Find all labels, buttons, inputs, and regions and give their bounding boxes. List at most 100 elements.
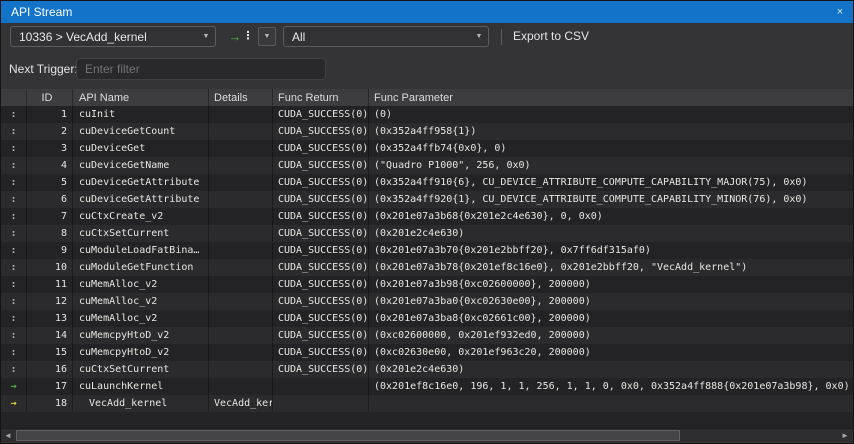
cell-id: 2 [27, 123, 73, 140]
cell-func-return: CUDA_SUCCESS(0) [273, 140, 369, 157]
next-trigger-row: Next Trigger: [1, 51, 853, 89]
table-row[interactable]: →17cuLaunchKernel(0x201ef8c16e0, 196, 1,… [1, 378, 853, 395]
table-row[interactable]: :12cuMemAlloc_v2CUDA_SUCCESS(0)(0x201e07… [1, 293, 853, 310]
row-marker-icon: : [1, 276, 27, 293]
trigger-options-dropdown[interactable]: ▼ [258, 27, 276, 46]
cell-func-return: CUDA_SUCCESS(0) [273, 259, 369, 276]
table-row[interactable]: :10cuModuleGetFunctionCUDA_SUCCESS(0)(0x… [1, 259, 853, 276]
cell-func-return: CUDA_SUCCESS(0) [273, 225, 369, 242]
table-header[interactable]: ID API Name Details Func Return Func Par… [1, 89, 853, 106]
cell-id: 18 [27, 395, 73, 412]
cell-api-name: cuCtxSetCurrent [73, 361, 209, 378]
cell-id: 11 [27, 276, 73, 293]
header-func-return-column[interactable]: Func Return [273, 89, 369, 106]
table-row[interactable]: :13cuMemAlloc_v2CUDA_SUCCESS(0)(0x201e07… [1, 310, 853, 327]
table-row[interactable]: :4cuDeviceGetNameCUDA_SUCCESS(0)("Quadro… [1, 157, 853, 174]
cell-api-name: cuMemAlloc_v2 [73, 276, 209, 293]
table-row[interactable]: :8cuCtxSetCurrentCUDA_SUCCESS(0)(0x201e2… [1, 225, 853, 242]
yellow-arrow-icon: → [1, 395, 27, 412]
cell-func-parameter: (0x201e07a3ba0{0xc02630e00}, 200000) [369, 293, 853, 310]
table-row[interactable]: :5cuDeviceGetAttributeCUDA_SUCCESS(0)(0x… [1, 174, 853, 191]
cell-func-parameter: ("Quadro P1000", 256, 0x0) [369, 157, 853, 174]
row-marker-icon: : [1, 310, 27, 327]
row-marker-icon: : [1, 344, 27, 361]
chevron-down-icon: ▼ [197, 33, 215, 40]
cell-api-name: cuDeviceGet [73, 140, 209, 157]
horizontal-scrollbar[interactable]: ◄ ► [1, 428, 853, 442]
cell-id: 15 [27, 344, 73, 361]
row-marker-icon: : [1, 123, 27, 140]
cell-details [209, 259, 273, 276]
cell-id: 1 [27, 106, 73, 123]
table-empty-area [1, 412, 853, 428]
cell-func-parameter: (0x201e07a3b98{0xc02600000}, 200000) [369, 276, 853, 293]
cell-func-return: CUDA_SUCCESS(0) [273, 276, 369, 293]
cell-func-return: CUDA_SUCCESS(0) [273, 208, 369, 225]
cell-func-parameter: (0x201ef8c16e0, 196, 1, 1, 256, 1, 1, 0,… [369, 378, 853, 395]
table-row[interactable]: →18VecAdd_kernelVecAdd_ker [1, 395, 853, 412]
cell-details [209, 242, 273, 259]
table-row[interactable]: :9cuModuleLoadFatBina…CUDA_SUCCESS(0)(0x… [1, 242, 853, 259]
close-icon[interactable]: × [827, 6, 853, 18]
table-row[interactable]: :1cuInitCUDA_SUCCESS(0)(0) [1, 106, 853, 123]
table-row[interactable]: :11cuMemAlloc_v2 CUDA_SUCCESS(0)(0x201e07… [1, 276, 853, 293]
toolbar-separator [501, 29, 502, 45]
scrollbar-thumb[interactable] [16, 430, 680, 441]
cell-func-parameter: (0x201e07a3ba8{0xc02661c00}, 200000) [369, 310, 853, 327]
cell-details [209, 310, 273, 327]
advance-trigger-button[interactable]: → ⋮ [228, 26, 254, 47]
table-row[interactable]: :15cuMemcpyHtoD_v2CUDA_SUCCESS(0)(0xc026… [1, 344, 853, 361]
header-marker-column[interactable] [1, 89, 27, 106]
cell-id: 14 [27, 327, 73, 344]
cell-api-name: cuMemcpyHtoD_v2 [73, 344, 209, 361]
trigger-filter-input[interactable] [76, 58, 326, 80]
cell-details [209, 140, 273, 157]
row-marker-icon: : [1, 174, 27, 191]
table-row[interactable]: :14cuMemcpyHtoD_v2CUDA_SUCCESS(0)(0xc026… [1, 327, 853, 344]
row-marker-icon: : [1, 259, 27, 276]
cell-func-return: CUDA_SUCCESS(0) [273, 361, 369, 378]
cell-func-parameter: (0x201e07a3b68{0x201e2c4e630}, 0, 0x0) [369, 208, 853, 225]
cell-api-name: cuDeviceGetName [73, 157, 209, 174]
cell-id: 9 [27, 242, 73, 259]
cell-id: 17 [27, 378, 73, 395]
window-titlebar[interactable]: API Stream × [1, 1, 853, 23]
table-row[interactable]: :6cuDeviceGetAttributeCUDA_SUCCESS(0)(0x… [1, 191, 853, 208]
cell-details [209, 361, 273, 378]
chevron-down-icon: ▼ [470, 33, 488, 40]
table-row[interactable]: :2cuDeviceGetCountCUDA_SUCCESS(0)(0x352a… [1, 123, 853, 140]
cell-details [209, 327, 273, 344]
cell-func-parameter: (0x201e07a3b78{0x201ef8c16e0}, 0x201e2bb… [369, 259, 853, 276]
chevron-down-icon: ▼ [264, 33, 271, 40]
table-row[interactable]: :7cuCtxCreate_v2CUDA_SUCCESS(0)(0x201e07… [1, 208, 853, 225]
cell-api-name: cuCtxCreate_v2 [73, 208, 209, 225]
cell-id: 3 [27, 140, 73, 157]
cell-func-return [273, 378, 369, 395]
cell-id: 4 [27, 157, 73, 174]
cell-func-return [273, 395, 369, 412]
row-marker-icon: : [1, 242, 27, 259]
cell-details [209, 191, 273, 208]
api-filter-dropdown[interactable]: All ▼ [283, 26, 489, 47]
row-marker-icon: : [1, 225, 27, 242]
cell-func-parameter: (0x352a4ff958{1}) [369, 123, 853, 140]
cell-details [209, 123, 273, 140]
cell-func-parameter: (0x352a4ffb74{0x0}, 0) [369, 140, 853, 157]
stream-selector-dropdown[interactable]: 10336 > VecAdd_kernel ▼ [10, 26, 216, 47]
row-marker-icon: : [1, 106, 27, 123]
green-arrow-icon: → [1, 378, 27, 395]
table-row[interactable]: :16cuCtxSetCurrentCUDA_SUCCESS(0)(0x201e… [1, 361, 853, 378]
cell-func-parameter: (0x201e2c4e630) [369, 225, 853, 242]
header-id-column[interactable]: ID [27, 89, 73, 106]
scroll-left-icon[interactable]: ◄ [1, 429, 15, 442]
cell-id: 5 [27, 174, 73, 191]
toolbar: 10336 > VecAdd_kernel ▼ → ⋮ ▼ All ▼ Expo… [1, 23, 853, 51]
cell-func-parameter: (0xc02630e00, 0x201ef963c20, 200000) [369, 344, 853, 361]
export-to-csv-button[interactable]: Export to CSV [513, 29, 589, 43]
scroll-right-icon[interactable]: ► [838, 429, 852, 442]
table-row[interactable]: :3cuDeviceGetCUDA_SUCCESS(0)(0x352a4ffb7… [1, 140, 853, 157]
cell-id: 13 [27, 310, 73, 327]
header-details-column[interactable]: Details [209, 89, 273, 106]
header-api-name-column[interactable]: API Name [73, 89, 209, 106]
header-func-parameter-column[interactable]: Func Parameter [369, 89, 853, 106]
